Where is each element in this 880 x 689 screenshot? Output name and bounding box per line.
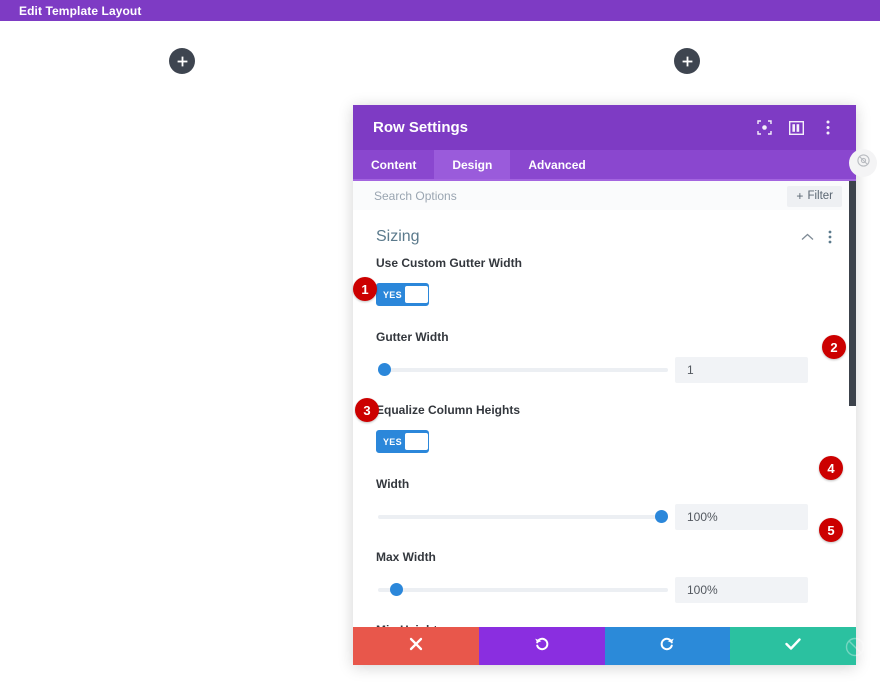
slider-track <box>378 368 668 372</box>
row-settings-modal: Row Settings Content Design Advanced Sea… <box>353 105 856 665</box>
section-title: Sizing <box>376 228 420 245</box>
slider-track <box>378 588 668 592</box>
plus-icon <box>177 56 188 67</box>
slider-gutter-width[interactable] <box>378 363 668 377</box>
modal-scrollbar-thumb[interactable] <box>849 181 856 406</box>
search-input[interactable] <box>374 189 788 203</box>
modal-title: Row Settings <box>373 119 469 136</box>
value-input-gutter-width[interactable]: 1 <box>675 357 808 383</box>
annotation-badge-5: 5 <box>819 518 843 542</box>
annotation-badge-1: 1 <box>353 277 377 301</box>
toggle-label: YES <box>383 436 402 447</box>
modal-header-icons <box>756 120 836 136</box>
annotation-badge-4: 4 <box>819 456 843 480</box>
add-section-button-right[interactable] <box>674 48 700 74</box>
field-max-width: Max Width 100% <box>353 550 856 603</box>
cancel-button[interactable] <box>353 627 479 665</box>
undo-button[interactable] <box>478 627 605 665</box>
more-options-icon[interactable] <box>828 230 832 244</box>
slider-width[interactable] <box>378 510 668 524</box>
tab-advanced[interactable]: Advanced <box>510 150 603 179</box>
admin-bar: Edit Template Layout <box>0 0 880 21</box>
field-equalize-column-heights: Equalize Column Heights YES <box>353 403 856 453</box>
tab-content[interactable]: Content <box>353 150 434 179</box>
field-label: Gutter Width <box>376 330 449 344</box>
field-width: Width 100% <box>353 477 856 530</box>
add-section-button-left[interactable] <box>169 48 195 74</box>
chevron-up-icon[interactable] <box>801 233 814 241</box>
close-x-icon <box>409 637 423 656</box>
checkmark-icon <box>785 637 801 656</box>
value-input-max-width[interactable]: 100% <box>675 577 808 603</box>
save-button[interactable] <box>730 627 856 665</box>
filter-button[interactable]: + Filter <box>787 185 842 207</box>
corner-watermark-icon <box>842 634 868 660</box>
more-options-icon[interactable] <box>820 120 836 136</box>
slider-max-width[interactable] <box>378 583 668 597</box>
plus-icon <box>682 56 693 67</box>
modal-body: Sizing Use Custom Gutter Width YES Gutte… <box>353 210 856 637</box>
slider-knob[interactable] <box>378 363 391 376</box>
plus-icon: + <box>796 189 804 203</box>
slider-knob[interactable] <box>655 510 668 523</box>
sizing-section-header: Sizing <box>353 210 856 256</box>
undo-icon <box>534 636 550 657</box>
redo-icon <box>659 636 675 657</box>
modal-scrollbar[interactable] <box>849 181 856 665</box>
focus-target-icon[interactable] <box>756 120 772 136</box>
field-label: Width <box>376 477 410 491</box>
gear-icon <box>856 154 870 172</box>
panel-layout-icon[interactable] <box>788 120 804 136</box>
redo-button[interactable] <box>604 627 731 665</box>
search-row: + Filter <box>353 181 856 212</box>
toggle-equalize-column-heights[interactable]: YES <box>376 430 429 453</box>
annotation-badge-2: 2 <box>822 335 846 359</box>
field-gutter-width: Gutter Width 1 <box>353 330 856 383</box>
field-label: Equalize Column Heights <box>376 403 521 417</box>
slider-track <box>378 515 668 519</box>
field-label: Use Custom Gutter Width <box>376 256 522 270</box>
field-label: Max Width <box>376 550 436 564</box>
toggle-use-custom-gutter-width[interactable]: YES <box>376 283 429 306</box>
toggle-knob <box>404 286 428 303</box>
slider-knob[interactable] <box>390 583 403 596</box>
edge-settings-circle[interactable] <box>849 149 877 177</box>
toggle-knob <box>404 433 428 450</box>
tab-design[interactable]: Design <box>434 150 511 179</box>
section-icons <box>801 230 832 244</box>
annotation-badge-3: 3 <box>355 398 379 422</box>
field-use-custom-gutter-width: Use Custom Gutter Width YES <box>353 256 856 306</box>
modal-tabs: Content Design Advanced <box>353 150 856 181</box>
modal-action-bar <box>353 627 856 665</box>
filter-label: Filter <box>807 190 833 202</box>
toggle-label: YES <box>383 289 402 300</box>
modal-header: Row Settings <box>353 105 856 150</box>
value-input-width[interactable]: 100% <box>675 504 808 530</box>
admin-bar-title: Edit Template Layout <box>19 3 142 18</box>
